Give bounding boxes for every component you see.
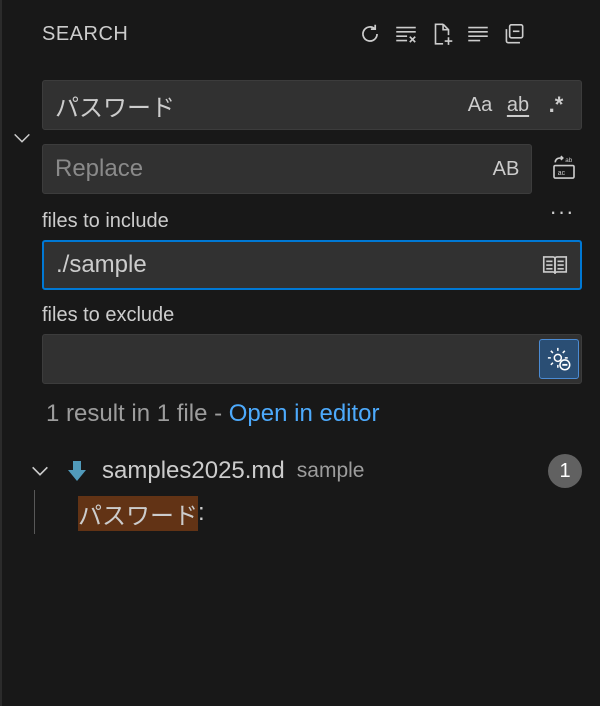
whole-word-label: ab bbox=[506, 93, 530, 116]
gear-icon bbox=[547, 347, 571, 371]
result-file-row[interactable]: samples2025.md sample 1 bbox=[28, 452, 588, 490]
chevron-down-icon bbox=[14, 133, 30, 143]
svg-text:ac: ac bbox=[558, 170, 566, 177]
include-label: files to include bbox=[42, 210, 169, 232]
regex-label: .* bbox=[548, 92, 564, 117]
svg-text:ab: ab bbox=[565, 157, 572, 164]
search-field: Aa ab .* bbox=[42, 80, 582, 130]
exclude-input[interactable] bbox=[43, 345, 539, 373]
chevron-down-icon bbox=[32, 466, 48, 476]
file-collapse-button[interactable] bbox=[28, 459, 52, 483]
regex-toggle[interactable]: .* bbox=[539, 87, 573, 123]
more-options-icon: ··· bbox=[549, 199, 575, 224]
use-exclude-settings-toggle[interactable] bbox=[539, 339, 579, 379]
refresh-icon bbox=[362, 24, 378, 42]
refresh-button[interactable] bbox=[352, 18, 388, 50]
new-search-editor-button[interactable] bbox=[424, 18, 460, 50]
replace-input[interactable] bbox=[43, 155, 489, 183]
whole-word-toggle[interactable]: ab bbox=[501, 87, 535, 123]
panel-header: SEARCH bbox=[42, 20, 128, 48]
clear-results-button[interactable] bbox=[388, 18, 424, 50]
replace-all-icon: ab ac bbox=[553, 155, 575, 179]
new-search-editor-icon bbox=[434, 23, 453, 45]
open-in-editor-link[interactable]: Open in editor bbox=[229, 400, 380, 427]
match-highlight: パスワード bbox=[78, 495, 198, 531]
exclude-field bbox=[42, 334, 582, 384]
open-editors-only-icon bbox=[542, 256, 568, 274]
match-line[interactable]: パスワード: bbox=[78, 495, 205, 531]
results-summary: 1 result in 1 file - Open in editor bbox=[46, 400, 380, 428]
preserve-case-label: AB bbox=[492, 157, 520, 180]
result-count-badge: 1 bbox=[548, 454, 582, 488]
exclude-label: files to exclude bbox=[42, 304, 175, 326]
sidebar-edge bbox=[0, 0, 2, 706]
collapse-all-button[interactable] bbox=[496, 18, 532, 50]
include-field bbox=[42, 240, 582, 290]
more-options-button[interactable]: ··· bbox=[546, 199, 578, 224]
toggle-replace-button[interactable] bbox=[10, 126, 34, 150]
match-case-toggle[interactable]: Aa bbox=[463, 87, 497, 123]
clear-results-icon bbox=[396, 26, 416, 43]
match-suffix: : bbox=[198, 499, 205, 526]
match-case-label: Aa bbox=[467, 93, 493, 116]
replace-field: AB bbox=[42, 144, 532, 194]
result-file-name: samples2025.md bbox=[102, 457, 285, 484]
search-input[interactable] bbox=[43, 91, 463, 119]
result-file-path: sample bbox=[296, 459, 365, 482]
include-input[interactable] bbox=[44, 251, 538, 279]
view-as-tree-button[interactable] bbox=[460, 18, 496, 50]
panel-actions bbox=[352, 18, 532, 50]
markdown-file-icon bbox=[66, 459, 88, 483]
replace-all-button[interactable]: ab ac bbox=[548, 152, 580, 184]
open-editors-only-toggle[interactable] bbox=[538, 247, 572, 283]
results-summary-text: 1 result in 1 file - bbox=[46, 400, 229, 427]
panel-title: SEARCH bbox=[42, 22, 129, 45]
preserve-case-toggle[interactable]: AB bbox=[489, 151, 523, 187]
collapse-all-icon bbox=[505, 23, 524, 44]
indent-guide bbox=[34, 490, 35, 534]
view-as-tree-icon bbox=[468, 26, 488, 42]
